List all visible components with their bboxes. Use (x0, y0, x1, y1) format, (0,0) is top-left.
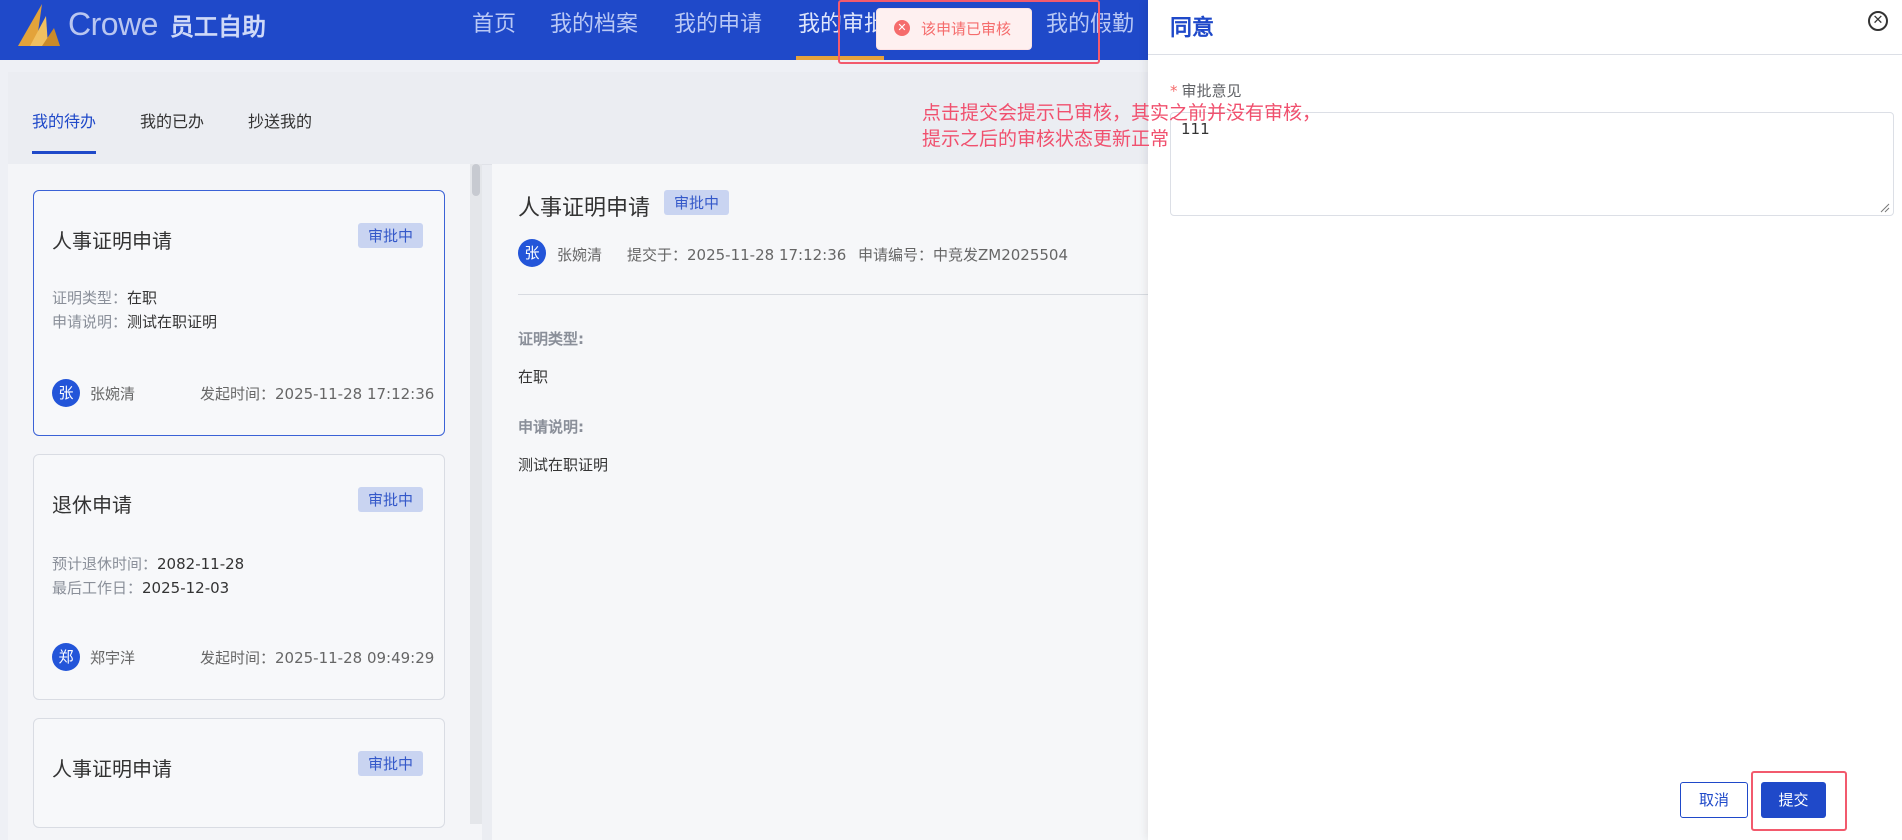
cancel-button[interactable]: 取消 (1680, 782, 1748, 818)
app-title: 员工自助 (169, 12, 266, 41)
avatar: 张 (52, 379, 80, 407)
error-circle-icon: ✕ (894, 20, 910, 36)
status-badge: 审批中 (358, 487, 424, 512)
tab-todo[interactable]: 我的待办 (32, 108, 96, 132)
avatar: 张 (518, 239, 546, 267)
drawer-title: 同意 (1170, 16, 1215, 41)
status-badge: 审批中 (358, 223, 424, 248)
submit-time: 发起时间：2025-11-28 17:12:36 (200, 385, 435, 403)
avatar: 郑 (52, 643, 80, 671)
card-field: 预计退休时间：2082-11-28 (52, 555, 245, 573)
submit-time: 提交于：2025-11-28 17:12:36 (627, 246, 847, 264)
list-scrollbar[interactable] (470, 164, 482, 824)
nav-profile[interactable]: 我的档案 (550, 6, 638, 38)
detail-field-label: 申请说明: (518, 418, 584, 436)
card-title: 退休申请 (52, 493, 132, 517)
brand-name: Crowe (68, 5, 158, 42)
list-scrollbar-thumb[interactable] (472, 164, 480, 196)
drawer-header (1148, 0, 1902, 55)
list-item[interactable]: 人事证明申请 审批中 证明类型：在职 申请说明：测试在职证明 张 张婉清 发起时… (33, 190, 445, 436)
resize-grip-icon[interactable] (1880, 203, 1890, 213)
applicant-name: 郑宇洋 (90, 649, 136, 667)
nav-home[interactable]: 首页 (472, 6, 516, 38)
detail-field-label: 证明类型: (518, 330, 584, 348)
divider (518, 294, 1148, 295)
detail-panel (492, 164, 1148, 840)
approval-comment-input[interactable]: 111 (1170, 112, 1894, 216)
card-title: 人事证明申请 (52, 229, 172, 253)
submit-time: 发起时间：2025-11-28 09:49:29 (200, 649, 435, 667)
list-item[interactable]: 退休申请 审批中 预计退休时间：2082-11-28 最后工作日：2025-12… (33, 454, 445, 700)
detail-title: 人事证明申请 (518, 196, 651, 221)
request-number: 申请编号：中竞发ZM2025504 (858, 246, 1069, 264)
crowe-logo-icon (18, 4, 60, 46)
card-field: 证明类型：在职 (52, 289, 158, 307)
annotation-line-1: 点击提交会提示已审核，其实之前并没有审核， (922, 102, 1322, 124)
status-badge: 审批中 (358, 751, 424, 776)
card-field: 申请说明：测试在职证明 (52, 313, 218, 331)
nav-applications[interactable]: 我的申请 (674, 6, 762, 38)
close-icon[interactable]: ✕ (1868, 11, 1888, 31)
tab-active-indicator (32, 151, 96, 154)
tab-done[interactable]: 我的已办 (140, 108, 204, 132)
applicant-name: 张婉清 (90, 385, 136, 403)
detail-field-value: 在职 (518, 368, 549, 386)
detail-field-value: 测试在职证明 (518, 456, 609, 474)
card-title: 人事证明申请 (52, 757, 172, 781)
list-item[interactable]: 人事证明申请 审批中 (33, 718, 445, 828)
annotation-line-2: 提示之后的审核状态更新正常 (922, 128, 1170, 150)
card-field: 最后工作日：2025-12-03 (52, 579, 230, 597)
tab-cc[interactable]: 抄送我的 (248, 108, 312, 132)
logo: Crowe 员工自助 (14, 2, 266, 46)
toast-text: 该申请已审核 (921, 20, 1012, 38)
applicant-name: 张婉清 (557, 246, 603, 264)
status-badge: 审批中 (664, 190, 730, 215)
submit-highlight-box (1751, 771, 1847, 831)
